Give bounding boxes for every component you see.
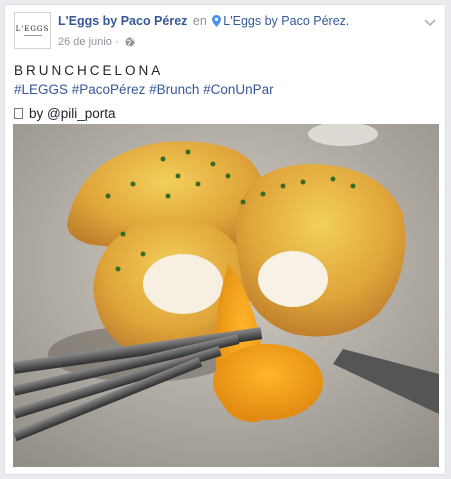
credit-prefix: by (29, 106, 44, 121)
post-card: L'EGGS L'Eggs by Paco Pérez en L'Eggs by… (4, 4, 446, 475)
page-avatar[interactable]: L'EGGS (14, 12, 51, 49)
post-heading: BRUNCHCELONA (14, 63, 164, 78)
post-meta: 26 de junio · (58, 36, 135, 50)
post-date-link[interactable]: 26 de junio (58, 36, 112, 48)
avatar-logo-underline (23, 35, 42, 36)
post-body: BRUNCHCELONA #LEGGS #PacoPérez #Brunch #… (14, 61, 274, 123)
eggs-photo-illustration (13, 124, 439, 467)
post-header: L'Eggs by Paco Pérez en L'Eggs by Paco P… (58, 14, 349, 30)
camera-icon (14, 108, 23, 119)
map-pin-icon (212, 15, 222, 30)
in-label: en (192, 14, 207, 28)
globe-icon[interactable] (125, 37, 135, 50)
meta-separator: · (114, 36, 119, 48)
post-photo[interactable] (13, 124, 439, 467)
credit-handle: @pili_porta (47, 106, 116, 121)
chevron-down-icon[interactable] (423, 15, 437, 27)
location-link[interactable]: L'Eggs by Paco Pérez. (223, 14, 349, 28)
hashtag-links[interactable]: #LEGGS #PacoPérez #Brunch #ConUnPar (14, 80, 274, 99)
page-name-link[interactable]: L'Eggs by Paco Pérez (58, 14, 187, 28)
photo-credit: by @pili_porta (14, 104, 274, 123)
avatar-logo-text: L'EGGS (15, 25, 50, 33)
